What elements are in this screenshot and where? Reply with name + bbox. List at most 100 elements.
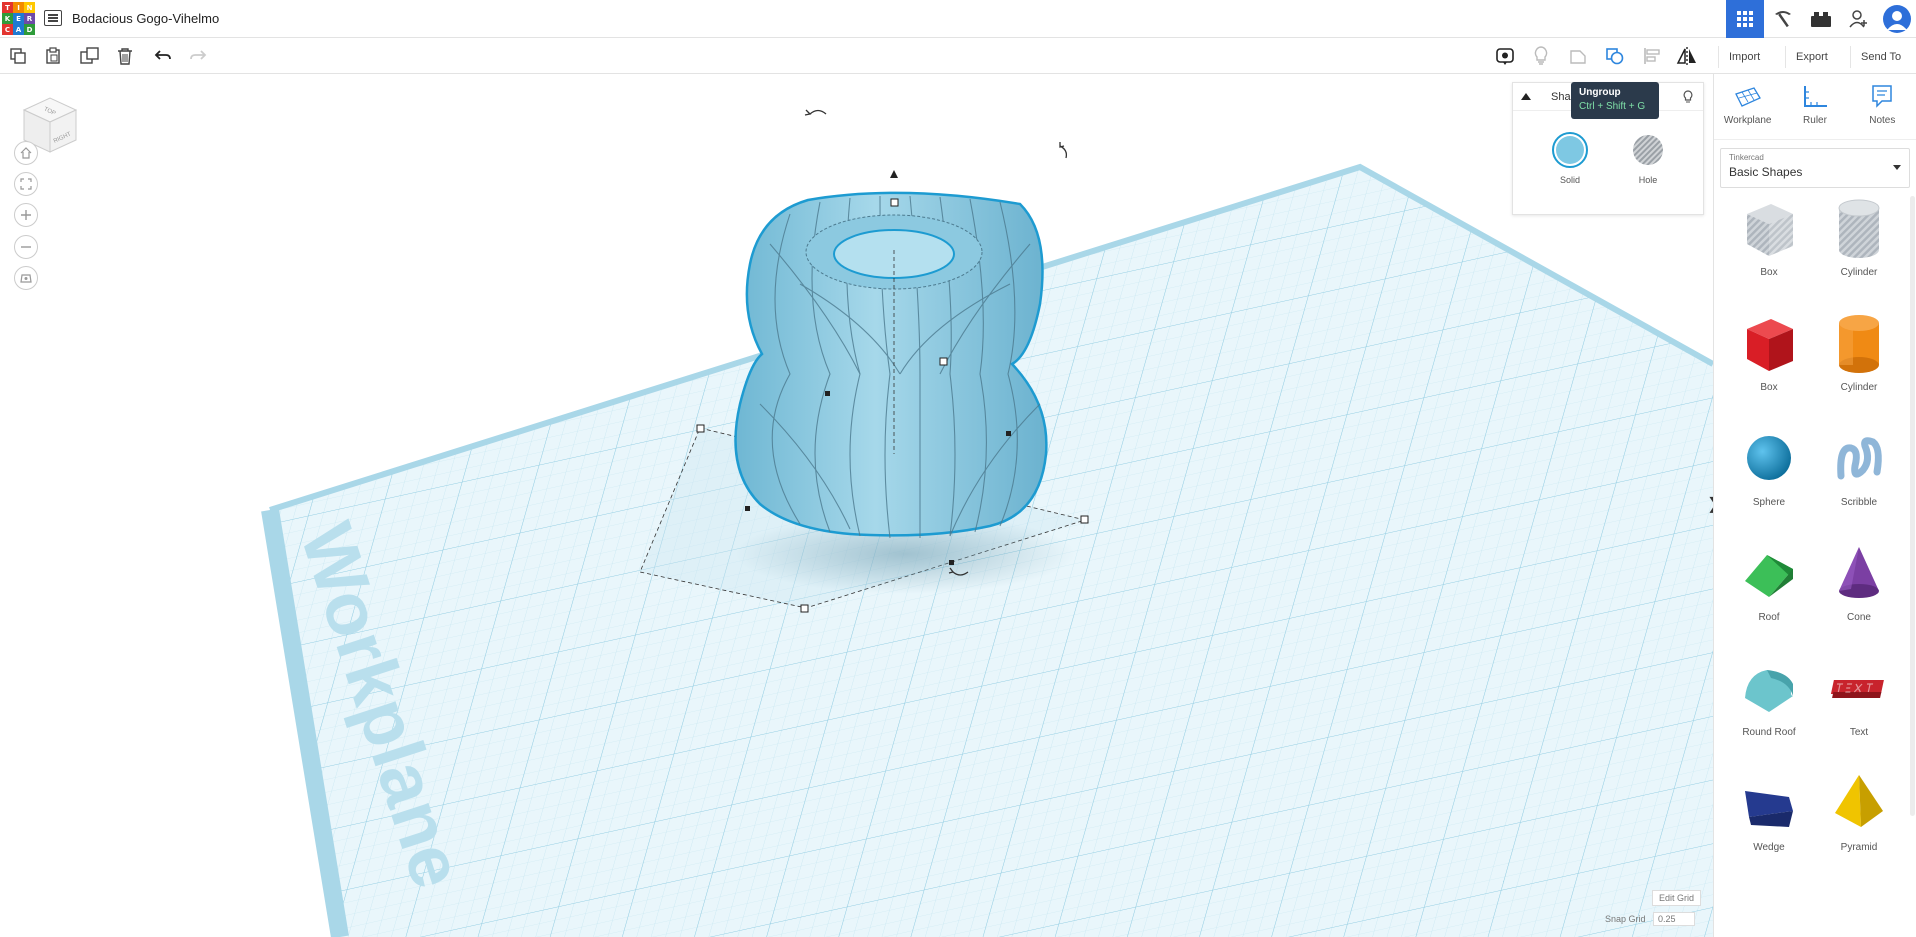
snap-grid-label: Snap Grid (1605, 914, 1646, 924)
group-button[interactable] (1565, 43, 1591, 69)
shape-box-hole[interactable]: Box (1724, 196, 1814, 293)
right-panel: Workplane Ruler Notes Tinkercad Basic Sh… (1713, 74, 1916, 937)
snap-grid-select[interactable]: 0.25 (1653, 912, 1695, 926)
round-roof-icon (1745, 670, 1793, 712)
shape-sphere[interactable]: Sphere (1724, 426, 1814, 523)
3d-viewport[interactable]: Workplane TOP RIGHT Edit Grid Snap Grid … (0, 74, 1713, 937)
redo-button[interactable] (185, 43, 211, 69)
edit-grid-button[interactable]: Edit Grid (1652, 890, 1702, 906)
library-name: Basic Shapes (1729, 165, 1803, 179)
shape-roof[interactable]: Roof (1724, 541, 1814, 638)
notes-icon (1872, 85, 1893, 108)
paste-button[interactable] (40, 43, 66, 69)
cylinder-hole-icon (1838, 199, 1880, 258)
workplane-scene: Workplane (261, 109, 1713, 937)
design-list-icon[interactable] (44, 10, 62, 26)
solid-option[interactable]: Solid (1551, 131, 1589, 185)
pickaxe-icon (1775, 11, 1791, 28)
add-user-icon (1849, 10, 1867, 28)
hole-label: Hole (1638, 175, 1658, 185)
logo-letter: R (24, 13, 35, 24)
user-avatar-button[interactable] (1878, 0, 1916, 38)
home-view-button[interactable] (14, 141, 38, 165)
fit-icon (20, 178, 32, 190)
shape-wedge[interactable]: Wedge (1724, 771, 1814, 868)
shape-library-select[interactable]: Tinkercad Basic Shapes (1720, 148, 1910, 188)
solid-label: Solid (1559, 175, 1580, 185)
perspective-icon (20, 274, 32, 283)
shape-cone[interactable]: Cone (1814, 541, 1904, 638)
show-all-button[interactable] (1492, 43, 1518, 69)
tinkercad-logo[interactable]: T I N K E R C A D (2, 2, 35, 35)
shape-cylinder-hole[interactable]: Cylinder (1814, 196, 1904, 293)
notes-tool-button[interactable]: Notes (1852, 84, 1912, 139)
hole-option[interactable]: Hole (1629, 131, 1667, 185)
zoom-in-button[interactable] (14, 203, 38, 227)
project-title[interactable]: Bodacious Gogo-Vihelmo (72, 11, 219, 26)
shape-cylinder[interactable]: Cylinder (1814, 311, 1904, 408)
align-button[interactable] (1639, 43, 1665, 69)
ungroup-icon (1606, 48, 1624, 65)
top-bar: T I N K E R C A D Bodacious Gogo-Vihelmo (0, 0, 1916, 38)
copy-button[interactable] (5, 43, 31, 69)
logo-letter: K (2, 13, 13, 24)
hole-swatch (1633, 135, 1663, 165)
shapes-scrollbar[interactable] (1910, 196, 1915, 816)
shape-label: Round Roof (1742, 727, 1796, 738)
lightbulb-icon[interactable] (1683, 90, 1693, 104)
mirror-icon (1676, 47, 1696, 65)
invite-user-button[interactable] (1840, 0, 1878, 38)
notes-tool-label: Notes (1869, 115, 1896, 126)
shape-label: Box (1760, 382, 1778, 393)
shape-scribble[interactable]: Scribble (1814, 426, 1904, 523)
bricks-view-button[interactable] (1802, 0, 1840, 38)
zoom-out-button[interactable] (14, 235, 38, 259)
blocks-view-button[interactable] (1764, 0, 1802, 38)
duplicate-button[interactable] (77, 43, 103, 69)
pyramid-icon (1835, 775, 1883, 827)
ungroup-button[interactable] (1602, 43, 1628, 69)
avatar-icon (1883, 5, 1911, 33)
undo-icon (154, 50, 171, 60)
align-icon (1644, 48, 1660, 64)
fit-view-button[interactable] (14, 172, 38, 196)
collapse-up-icon[interactable] (1521, 93, 1531, 100)
home-icon (20, 147, 32, 159)
undo-button[interactable] (150, 43, 176, 69)
logo-letter: A (13, 24, 24, 35)
zoom-out-icon (21, 246, 31, 248)
shape-label: Pyramid (1840, 842, 1878, 853)
edit-toolbar: Import Export Send To (0, 38, 1916, 74)
workplane-tool-button[interactable]: Workplane (1718, 84, 1778, 139)
solid-color-swatch (1552, 132, 1588, 168)
ruler-tool-button[interactable]: Ruler (1785, 84, 1845, 139)
ruler-tool-label: Ruler (1803, 115, 1827, 126)
text-icon (1830, 680, 1884, 698)
cone-icon (1839, 547, 1879, 598)
copy-icon (10, 48, 26, 64)
export-button[interactable]: Export (1785, 46, 1838, 68)
shape-round-roof[interactable]: Round Roof (1724, 656, 1814, 753)
vase-object[interactable] (734, 191, 1048, 539)
shape-label: Scribble (1840, 497, 1878, 508)
3d-design-view-button[interactable] (1726, 0, 1764, 38)
logo-letter: C (2, 24, 13, 35)
shape-pyramid[interactable]: Pyramid (1814, 771, 1904, 868)
shape-label: Sphere (1752, 497, 1786, 508)
perspective-button[interactable] (14, 266, 38, 290)
send-to-button[interactable]: Send To (1850, 46, 1911, 68)
box-icon (1747, 319, 1793, 371)
lightbulb-button[interactable] (1528, 43, 1554, 69)
roof-icon (1745, 555, 1793, 597)
shape-box[interactable]: Box (1724, 311, 1814, 408)
shape-label: Wedge (1753, 842, 1785, 853)
shape-label: Cylinder (1840, 382, 1878, 393)
shape-text[interactable]: Text (1814, 656, 1904, 753)
logo-letter: E (13, 13, 24, 24)
ruler-icon (1803, 86, 1827, 107)
import-button[interactable]: Import (1718, 46, 1770, 68)
shape-inspector-title: Sha (1551, 91, 1571, 103)
shape-label: Cylinder (1840, 267, 1878, 278)
mirror-button[interactable] (1674, 43, 1700, 69)
delete-button[interactable] (112, 43, 138, 69)
